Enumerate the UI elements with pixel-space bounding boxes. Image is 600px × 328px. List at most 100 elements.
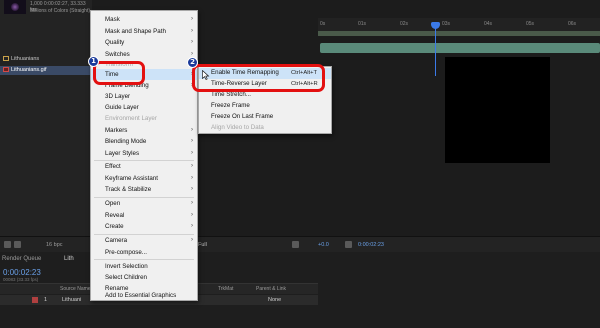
menu-item-label: Invert Selection	[105, 262, 148, 270]
submenu-arrow-icon: ›	[191, 149, 193, 156]
layer-label-color[interactable]	[32, 297, 38, 303]
highlight-time-item	[93, 61, 145, 85]
ruler-tick: 0s	[320, 21, 326, 27]
menu-item-label: Effect	[105, 163, 121, 170]
menu-item-create[interactable]: Create ›	[91, 221, 197, 232]
menu-item-markers[interactable]: Markers ›	[91, 125, 197, 136]
menu-item-add-essential-graphics[interactable]: Add to Essential Graphics	[91, 290, 197, 301]
viewer-icon[interactable]	[4, 241, 11, 248]
folder-icon	[3, 56, 9, 61]
menu-item-label: Blending Mode	[105, 138, 147, 145]
menu-item-label: Add to Essential Graphics	[105, 291, 177, 299]
menu-item-effect[interactable]: Effect ›	[91, 161, 197, 172]
resolution-select[interactable]: Full	[198, 239, 207, 251]
menu-item-keyframe-assistant[interactable]: Keyframe Assistant ›	[91, 173, 197, 184]
bit-depth[interactable]: 16 bpc	[46, 239, 63, 251]
col-parent[interactable]: Parent & Link	[256, 284, 286, 295]
project-item-gif[interactable]: Lithuanians.gif	[0, 66, 92, 75]
ruler-tick: 06s	[568, 21, 577, 27]
exposure-icon[interactable]	[292, 241, 299, 248]
ruler-tick: 01s	[358, 21, 367, 27]
menu-item-label: Environment Layer	[105, 115, 157, 122]
menu-item-blending-mode[interactable]: Blending Mode ›	[91, 136, 197, 147]
highlight-submenu-items	[192, 64, 325, 92]
menu-item-label: Pre-compose...	[105, 248, 147, 256]
project-column-header	[0, 42, 92, 51]
submenu-arrow-icon: ›	[191, 126, 193, 133]
ruler-tick: 05s	[526, 21, 535, 27]
submenu-item-label: Align Video to Data	[211, 124, 264, 131]
menu-item-label: Mask	[105, 16, 120, 23]
menu-item-layer-styles[interactable]: Layer Styles ›	[91, 148, 197, 159]
menu-item-label: 3D Layer	[105, 93, 131, 100]
footage-color-info: Millions of Colors (Straight)	[30, 8, 91, 14]
composition-frame	[445, 57, 550, 163]
layer-duration-bar[interactable]	[320, 43, 600, 53]
menu-item-label: Camera	[105, 237, 128, 244]
submenu-arrow-icon: ›	[191, 174, 193, 181]
tab-composition[interactable]: Lith	[64, 256, 74, 262]
menu-item-label: Create	[105, 223, 124, 230]
menu-item-guide-layer[interactable]: Guide Layer	[91, 102, 197, 113]
col-trkmat[interactable]: TrkMat	[218, 284, 233, 295]
menu-item-label: Keyframe Assistant	[105, 174, 158, 182]
submenu-arrow-icon: ›	[191, 163, 193, 169]
menu-item-label: Switches	[105, 50, 130, 58]
step-badge-2: 2	[187, 57, 198, 68]
ruler-tick: 04s	[484, 21, 493, 27]
menu-item-label: Mask and Shape Path	[105, 27, 166, 35]
project-item-folder[interactable]: Lithuanians	[0, 55, 92, 64]
viewer-icon[interactable]	[14, 241, 21, 248]
layer-parent[interactable]: None	[268, 295, 281, 305]
layer-number: 1	[44, 297, 48, 303]
frame-count: 00083 (33.33 fps)	[3, 277, 39, 282]
menu-item-reveal[interactable]: Reveal ›	[91, 210, 197, 221]
menu-item-mask-shape-path[interactable]: Mask and Shape Path ›	[91, 26, 197, 37]
menu-item-label: Open	[105, 200, 121, 207]
col-source-name[interactable]: Source Name	[60, 284, 91, 295]
menu-item-label: Layer Styles	[105, 149, 140, 157]
menu-item-label: Track & Stabilize	[105, 186, 152, 193]
tab-render-queue[interactable]: Render Queue	[2, 256, 41, 262]
menu-item-label: Select Children	[105, 274, 147, 281]
menu-item-quality[interactable]: Quality ›	[91, 37, 197, 48]
menu-item-invert-selection[interactable]: Invert Selection	[91, 261, 197, 272]
mouse-cursor-icon	[202, 70, 210, 80]
layer-name[interactable]: Lithuani	[62, 295, 81, 305]
camera-snapshot-icon[interactable]	[345, 241, 352, 248]
menu-item-open[interactable]: Open ›	[91, 198, 197, 209]
project-item-label: Lithuanians	[11, 56, 40, 62]
menu-item-label: Guide Layer	[105, 104, 139, 111]
submenu-arrow-icon: ›	[191, 237, 193, 243]
submenu-arrow-icon: ›	[191, 200, 193, 206]
ruler-tick: 03s	[442, 21, 451, 27]
ruler-tick: 02s	[400, 21, 409, 27]
submenu-arrow-icon: ›	[191, 138, 193, 144]
gif-file-icon	[3, 67, 9, 72]
menu-item-select-children[interactable]: Select Children	[91, 272, 197, 283]
submenu-item-label: Time Stretch...	[211, 91, 251, 98]
step-badge-1: 1	[88, 56, 99, 67]
menu-item-label: Quality	[105, 39, 125, 46]
menu-item-label: Markers	[105, 126, 128, 134]
menu-item-pre-compose[interactable]: Pre-compose...	[91, 247, 197, 258]
exposure-value[interactable]: +0.0	[318, 239, 329, 251]
menu-item-track-stabilize[interactable]: Track & Stabilize ›	[91, 184, 197, 195]
submenu-item-freeze-last-frame[interactable]: Freeze On Last Frame	[199, 112, 331, 123]
submenu-item-align-video-to-data[interactable]: Align Video to Data	[199, 123, 331, 134]
menu-item-mask[interactable]: Mask ›	[91, 14, 197, 25]
menu-item-environment-layer[interactable]: Environment Layer	[91, 113, 197, 124]
menu-item-3d-layer[interactable]: 3D Layer	[91, 91, 197, 102]
project-item-label: Lithuanians.gif	[11, 67, 47, 73]
project-panel: 1,000 0:00:02:27, 33.333 fps Millions of…	[0, 0, 92, 236]
work-area-bar[interactable]	[318, 31, 600, 36]
footage-thumbnail	[4, 0, 26, 14]
playhead-line[interactable]	[435, 22, 436, 76]
viewer-timecode[interactable]: 0:00:02:23	[358, 239, 384, 251]
submenu-item-label: Freeze Frame	[211, 102, 250, 109]
menu-item-camera[interactable]: Camera ›	[91, 235, 197, 246]
submenu-item-freeze-frame[interactable]: Freeze Frame	[199, 101, 331, 112]
current-time[interactable]: 0:00:02:23	[3, 268, 41, 277]
time-ruler[interactable]: 0s 01s 02s 03s 04s 05s 06s	[318, 18, 600, 32]
layer-context-menu: Mask › Mask and Shape Path › Quality › Swit…	[90, 10, 198, 301]
